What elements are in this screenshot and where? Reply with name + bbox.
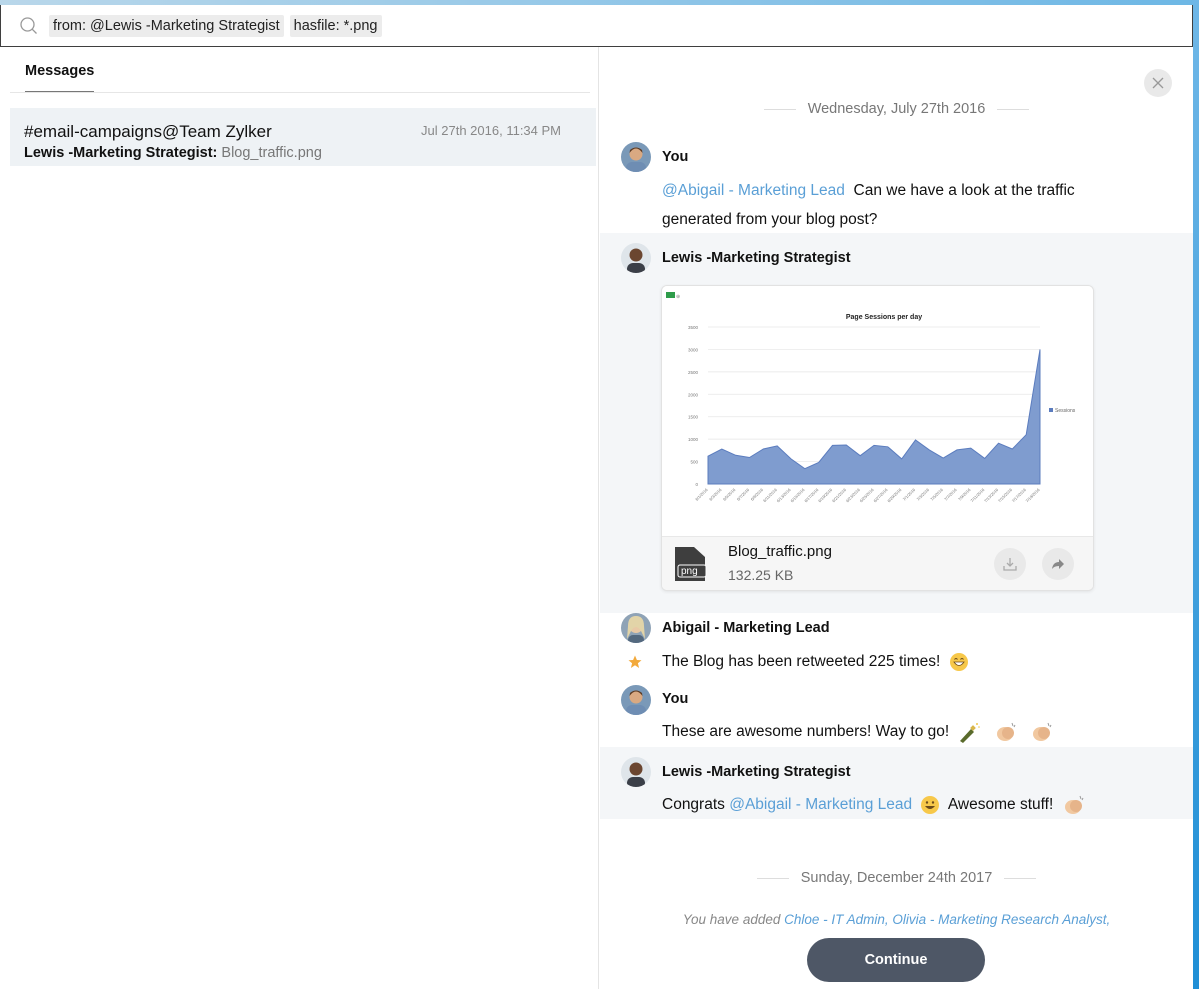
sheet-icon-label: ⊕ (676, 294, 680, 300)
x-tick-label: 6/3/2016 (708, 487, 723, 502)
x-tick-label: 7/5/2016 (929, 487, 944, 502)
message-text: Congrats @Abigail - Marketing Lead Aweso… (662, 790, 1090, 819)
system-message-prefix: You have added (682, 912, 785, 927)
message-sender: You (662, 149, 689, 165)
y-tick-label: 1500 (688, 415, 699, 420)
message-text-body: The Blog has been retweeted 225 times! (662, 653, 941, 670)
message-sender: Lewis -Marketing Strategist (662, 764, 851, 780)
avatar (621, 757, 651, 787)
result-sender: Lewis -Marketing Strategist: (24, 145, 218, 161)
y-tick-label: 2000 (688, 392, 699, 397)
conversation-panel: Wednesday, July 27th 2016 You @Abigail -… (600, 47, 1193, 989)
system-message: You have added Chloe - IT Admin, Olivia … (600, 912, 1193, 927)
clapping-hands-emoji-icon (1033, 722, 1052, 741)
results-tabs: Messages (10, 47, 590, 93)
avatar (621, 685, 651, 715)
mention-link[interactable]: @Abigail - Marketing Lead (662, 182, 845, 199)
close-icon (1152, 77, 1164, 89)
x-tick-label: 6/7/2016 (736, 487, 751, 502)
window-edge-top (0, 0, 1199, 5)
legend-label: Sessions (1055, 408, 1076, 414)
y-tick-label: 1000 (688, 437, 699, 442)
continue-button[interactable]: Continue (807, 938, 985, 982)
forward-arrow-icon (1052, 559, 1064, 569)
attachment-card[interactable]: ⊕ Page Sessions per day 3500 3000 2500 2000… (661, 285, 1094, 591)
grinning-emoji-icon (921, 795, 940, 814)
window-edge-right (1193, 0, 1199, 989)
clapping-hands-emoji-icon (996, 722, 1016, 741)
y-tick-label: 3500 (688, 325, 699, 330)
share-button[interactable] (1042, 548, 1074, 580)
app-window: from: @Lewis -Marketing Strategist hasfi… (0, 0, 1193, 989)
added-members-link[interactable]: Chloe - IT Admin, Olivia - Marketing Res… (784, 912, 1110, 927)
clapping-hands-emoji-icon (1064, 795, 1084, 814)
legend-swatch (1049, 408, 1053, 412)
message-text-line1: Can we have a look at the traffic (853, 182, 1075, 199)
search-chip-from[interactable]: from: @Lewis -Marketing Strategist (49, 14, 284, 37)
file-type-badge: png (681, 566, 698, 577)
attachment-footer: png Blog_traffic.png 132.25 KB (662, 536, 1093, 590)
message: You @Abigail - Marketing Lead Can we hav… (600, 135, 1193, 233)
champagne-emoji-icon (960, 722, 981, 743)
result-timestamp: Jul 27th 2016, 11:34 PM (421, 123, 561, 138)
message-text-suffix: Awesome stuff! (947, 796, 1054, 813)
y-tick-label: 3000 (688, 347, 699, 352)
tab-messages[interactable]: Messages (25, 63, 95, 92)
message: Abigail - Marketing Lead The Blog has be… (600, 613, 1193, 677)
message-text: These are awesome numbers! Way to go! (662, 717, 1058, 746)
image-preview[interactable]: ⊕ Page Sessions per day 3500 3000 2500 2000… (662, 286, 1093, 536)
search-icon (20, 16, 37, 34)
x-tick-label: 6/29/2016 (886, 487, 903, 504)
message-sender: Abigail - Marketing Lead (662, 620, 830, 636)
date-divider: Wednesday, July 27th 2016 (600, 101, 1193, 117)
search-result-item[interactable]: #email-campaigns@Team Zylker Jul 27th 20… (10, 108, 596, 166)
x-tick-label: 6/5/2016 (722, 487, 737, 502)
x-tick-label: 7/19/2016 (1025, 487, 1042, 504)
download-icon (1003, 558, 1017, 571)
x-tick-label: 7/7/2016 (943, 487, 958, 502)
message-text: @Abigail - Marketing Lead Can we have a … (662, 176, 1075, 234)
x-tick-label: 6/1/2016 (694, 487, 709, 502)
avatar (621, 142, 651, 172)
message: You These are awesome numbers! Way to go… (600, 677, 1193, 747)
result-channel: #email-campaigns@Team Zylker (24, 122, 272, 141)
x-tick-label: 7/1/2016 (902, 487, 917, 502)
star-icon[interactable] (628, 655, 642, 669)
result-file: Blog_traffic.png (221, 145, 322, 161)
y-tick-label: 0 (695, 482, 698, 487)
avatar (621, 613, 651, 643)
download-button[interactable] (994, 548, 1026, 580)
message-text: The Blog has been retweeted 225 times! (662, 647, 973, 676)
sheet-icon (666, 292, 675, 298)
message-text-prefix: Congrats (662, 796, 725, 813)
message-text-line2: generated from your blog post? (662, 211, 878, 228)
search-bar[interactable]: from: @Lewis -Marketing Strategist hasfi… (0, 5, 1193, 47)
message: Lewis -Marketing Strategist Congrats @Ab… (600, 747, 1193, 819)
message-sender: You (662, 691, 689, 707)
x-tick-label: 7/3/2016 (915, 487, 930, 502)
message-text-body: These are awesome numbers! Way to go! (662, 723, 950, 740)
date-divider: Sunday, December 24th 2017 (600, 870, 1193, 886)
chart-title: Page Sessions per day (846, 314, 922, 321)
mention-link[interactable]: @Abigail - Marketing Lead (729, 796, 912, 813)
y-tick-label: 500 (690, 460, 698, 465)
search-results-panel: Messages #email-campaigns@Team Zylker Ju… (0, 47, 599, 989)
file-name: Blog_traffic.png (728, 543, 832, 560)
search-chip-hasfile[interactable]: hasfile: *.png (289, 14, 382, 37)
avatar (621, 243, 651, 273)
grinning-emoji-icon (949, 652, 968, 671)
close-button[interactable] (1144, 69, 1172, 97)
y-tick-label: 2500 (688, 370, 699, 375)
traffic-chart: ⊕ Page Sessions per day 3500 3000 2500 2000… (666, 292, 1076, 504)
file-size: 132.25 KB (728, 567, 794, 583)
message-sender: Lewis -Marketing Strategist (662, 250, 851, 266)
result-preview: Lewis -Marketing Strategist: Blog_traffi… (24, 145, 322, 161)
